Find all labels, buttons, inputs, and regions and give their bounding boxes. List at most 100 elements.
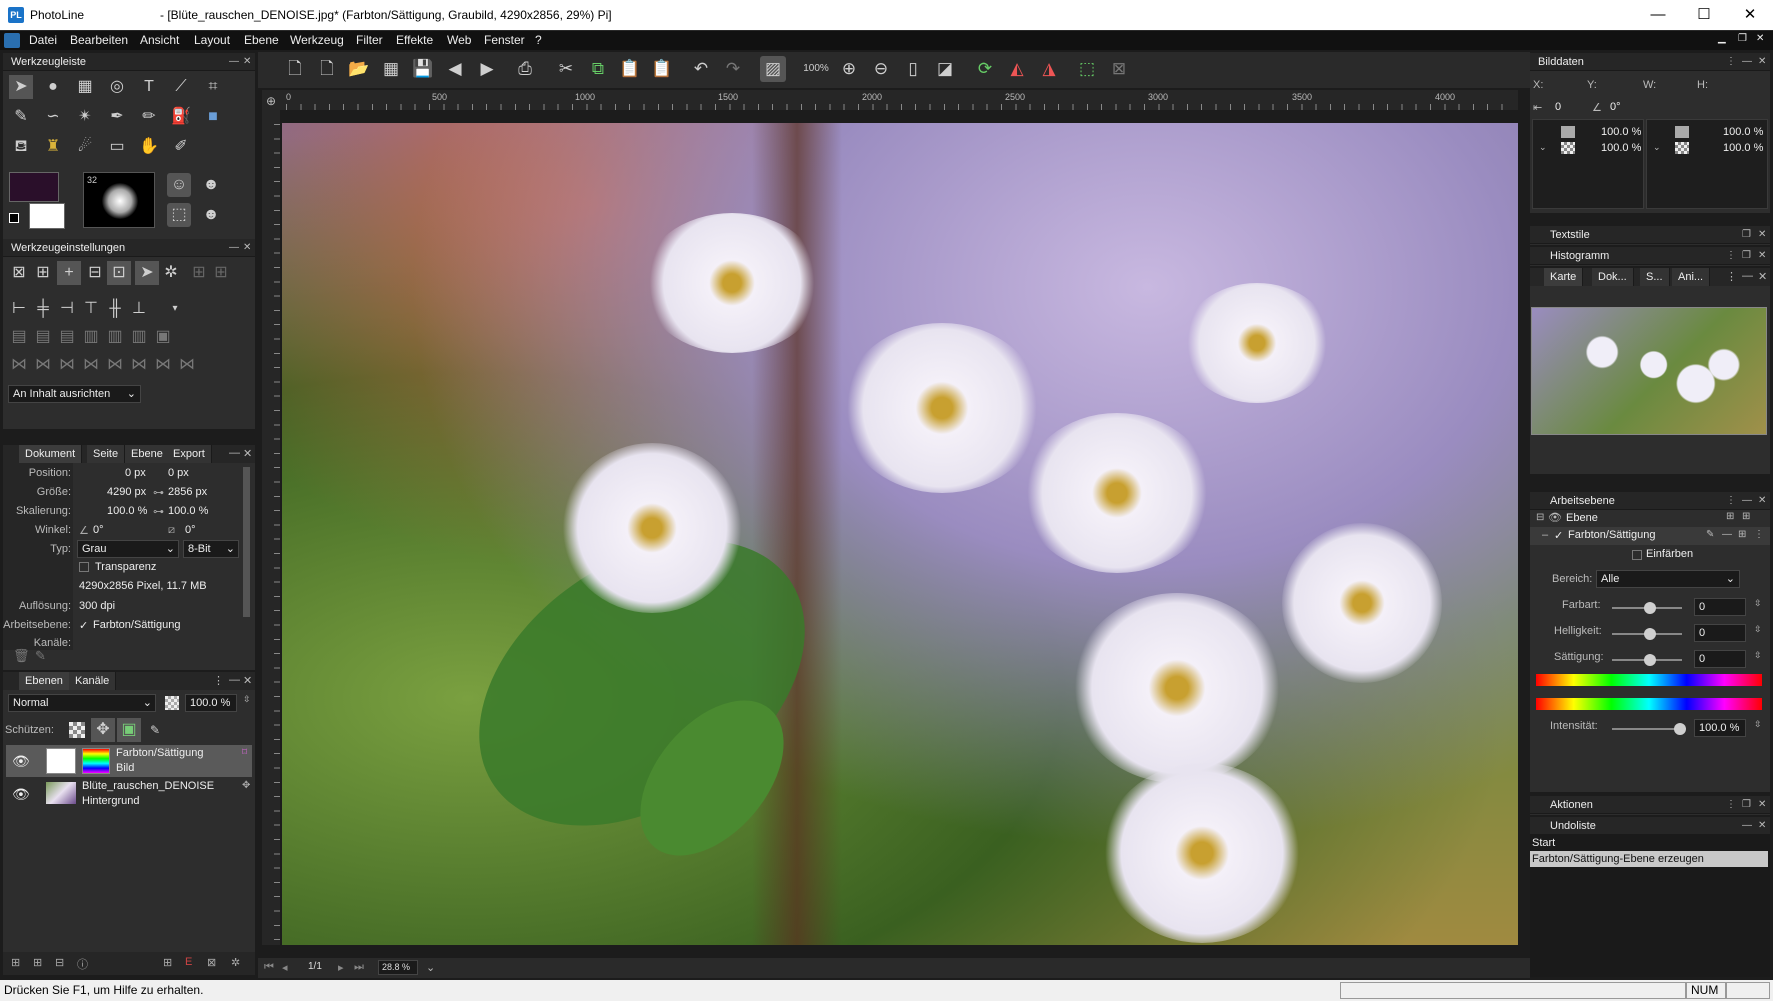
flip-horizontal-icon[interactable]: ◭ xyxy=(1004,56,1030,82)
deselect-icon[interactable]: ⊠ xyxy=(1106,56,1132,82)
previous-icon[interactable]: ◀ xyxy=(442,56,468,82)
tab-dokument[interactable]: Dokument xyxy=(19,445,83,463)
skalierung-x[interactable]: 100.0 % xyxy=(107,505,147,517)
spiral-icon[interactable]: ◎ xyxy=(105,75,129,99)
intensitaet-slider[interactable] xyxy=(1612,723,1686,735)
tree-item-selected[interactable]: – ✓ Farbton/Sättigung ✎ — ⊞ ⋮ xyxy=(1530,527,1770,545)
slider-knob[interactable] xyxy=(1644,628,1656,640)
prev-page-icon[interactable]: ◂ xyxy=(282,961,288,974)
eraser-tool-icon[interactable]: ▭ xyxy=(105,135,129,159)
ruler-origin-icon[interactable]: ⊕ xyxy=(266,94,276,108)
panel-restore-icon[interactable]: ❐ xyxy=(1742,226,1751,244)
slider-knob[interactable] xyxy=(1644,654,1656,666)
menu-ebene[interactable]: Ebene xyxy=(244,33,279,47)
image-canvas[interactable] xyxy=(282,123,1518,945)
brush-tool-icon[interactable]: ✎ xyxy=(9,105,33,129)
panel-menu-icon[interactable]: ⋮ xyxy=(213,674,224,687)
option-add-icon[interactable]: + xyxy=(57,261,81,285)
chevron-down-icon[interactable]: ⌄ xyxy=(426,961,435,974)
slider-knob[interactable] xyxy=(1674,723,1686,735)
pen-tool-icon[interactable]: ✒ xyxy=(105,105,129,129)
paste-special-icon[interactable]: 📋 xyxy=(649,56,675,82)
line-tool-icon[interactable]: ⟋ xyxy=(169,75,193,99)
new-document-icon[interactable]: 🗋 xyxy=(282,56,308,82)
option-icon[interactable]: ⊟ xyxy=(83,261,107,285)
layer-row-selected[interactable]: 👁 Farbton/Sättigung Bild ⌑ xyxy=(6,745,252,777)
background-color-swatch[interactable] xyxy=(29,203,65,229)
option-icon[interactable]: ⊠ xyxy=(7,261,31,285)
panel-minimize-icon[interactable]: — xyxy=(1742,817,1752,835)
chevron-down-icon[interactable]: ⌄ xyxy=(1653,142,1661,153)
magic-wand-icon[interactable]: ✴ xyxy=(73,105,97,129)
new-page-icon[interactable]: 🗋 xyxy=(314,56,340,82)
more-icon[interactable]: ⋮ xyxy=(1754,529,1764,540)
menu-effekte[interactable]: Effekte xyxy=(396,33,433,47)
maximize-button[interactable]: ☐ xyxy=(1681,0,1727,30)
panel-close-icon[interactable]: ✕ xyxy=(1758,270,1767,283)
spin-icon[interactable]: ⇳ xyxy=(1754,624,1762,635)
mdi-minimize-icon[interactable]: ▁ xyxy=(1718,33,1726,44)
tree-action-icon[interactable]: ⊞ xyxy=(1742,511,1750,522)
new-layer-icon[interactable]: ⊞ xyxy=(11,956,20,969)
tab-karte[interactable]: Karte xyxy=(1544,268,1584,286)
align-bottom-icon[interactable]: ⊥ xyxy=(127,297,151,321)
first-page-icon[interactable]: ⏮ xyxy=(264,961,274,974)
open-folder-icon[interactable]: 📂 xyxy=(346,56,372,82)
minimize-button[interactable]: — xyxy=(1635,0,1681,30)
panel-close-icon[interactable]: ✕ xyxy=(1758,53,1766,71)
panel-close-icon[interactable]: ✕ xyxy=(1758,817,1766,835)
panel-close-icon[interactable]: ✕ xyxy=(1758,247,1766,265)
spin-icon[interactable]: ⇳ xyxy=(243,694,251,705)
lock-position-icon[interactable]: ✥ xyxy=(91,718,115,742)
check-icon[interactable]: ✓ xyxy=(1554,529,1563,542)
panel-close-icon[interactable]: ✕ xyxy=(243,239,251,257)
print-icon[interactable]: ⎙ xyxy=(512,56,538,82)
option-icon[interactable]: ⊞ xyxy=(31,261,55,285)
repair-tool-icon[interactable]: ✐ xyxy=(169,135,193,159)
panel-minimize-icon[interactable]: — xyxy=(1742,53,1752,71)
saettigung-slider[interactable] xyxy=(1612,654,1682,666)
menu-bearbeiten[interactable]: Bearbeiten xyxy=(70,33,128,47)
text-tool-icon[interactable]: T xyxy=(137,75,161,99)
helligkeit-field[interactable]: 0 xyxy=(1694,624,1746,642)
layer-row[interactable]: 👁 Blüte_rauschen_DENOISE Hintergrund ✥ xyxy=(6,778,252,810)
redo-icon[interactable]: ↷ xyxy=(720,56,746,82)
lock-transparency-icon[interactable] xyxy=(69,722,85,738)
distribute-icon[interactable]: ▤ xyxy=(31,325,55,349)
ellipse-select-icon[interactable]: ● xyxy=(41,75,65,99)
check-icon[interactable]: ✓ xyxy=(79,619,88,632)
groesse-height[interactable]: 2856 px xyxy=(168,486,207,498)
distribute-icon[interactable]: ▤ xyxy=(55,325,79,349)
panel-minimize-icon[interactable]: — xyxy=(229,674,240,686)
save-icon[interactable]: 💾 xyxy=(410,56,436,82)
panel-menu-icon[interactable]: ⋮ xyxy=(1726,492,1736,510)
align-right-icon[interactable]: ⊣ xyxy=(55,297,79,321)
menu-help[interactable]: ? xyxy=(535,33,542,47)
mdi-close-icon[interactable]: ✕ xyxy=(1756,33,1764,44)
align-left-icon[interactable]: ⊢ xyxy=(7,297,31,321)
paste-icon[interactable]: 📋 xyxy=(617,56,643,82)
menu-werkzeug[interactable]: Werkzeug xyxy=(290,33,344,47)
info-icon[interactable]: ⓘ xyxy=(77,956,88,972)
menu-layout[interactable]: Layout xyxy=(194,33,230,47)
panel-close-icon[interactable]: ✕ xyxy=(1758,492,1766,510)
flip-vertical-icon[interactable]: ◮ xyxy=(1036,56,1062,82)
collapse-icon[interactable]: ⊟ xyxy=(1536,512,1544,523)
tree-root-label[interactable]: Ebene xyxy=(1566,512,1598,524)
lasso-tool-icon[interactable]: ∽ xyxy=(41,105,65,129)
align-top-icon[interactable]: ⊤ xyxy=(79,297,103,321)
group-icon[interactable]: ⊞ xyxy=(163,956,172,969)
scrollbar[interactable] xyxy=(243,467,250,617)
option-icon[interactable]: ⊞ xyxy=(187,261,211,285)
distribute-icon[interactable]: ▥ xyxy=(103,325,127,349)
panel-menu-icon[interactable]: ⋮ xyxy=(1726,796,1736,814)
textstile-header[interactable]: Textstile ❐ ✕ xyxy=(1530,226,1770,244)
align-middle-icon[interactable]: ╫ xyxy=(103,297,127,321)
menu-web[interactable]: Web xyxy=(447,33,471,47)
adjust-icon[interactable]: ⊠ xyxy=(207,956,216,969)
distribute-icon[interactable]: ▥ xyxy=(79,325,103,349)
grid-toggle-icon[interactable]: ▨ xyxy=(760,56,786,82)
mask-select-icon[interactable]: ⬚ xyxy=(167,203,191,227)
gradient-tool-icon[interactable]: ■ xyxy=(201,105,225,129)
undo-item[interactable]: Start xyxy=(1530,835,1768,851)
